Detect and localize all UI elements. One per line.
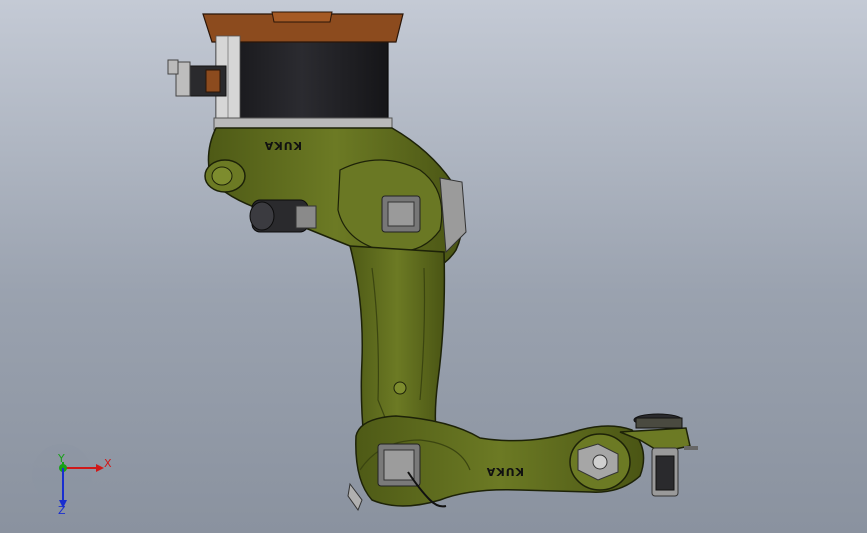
brand-label-shoulder: KUKA [264, 139, 302, 152]
x-axis-label: X [104, 457, 112, 470]
main-arm[interactable] [349, 245, 446, 441]
robot-base[interactable] [202, 11, 404, 131]
brand-label-forearm: KUKA [486, 465, 524, 478]
robot-model-canvas[interactable]: KUKA KUKA X Y Z [0, 0, 867, 533]
y-axis-label: Y [57, 452, 65, 465]
x-axis-arrowhead [96, 464, 104, 472]
axis-triad: X Y Z [32, 444, 112, 517]
a1-motor[interactable] [249, 199, 317, 233]
z-axis-label: Z [58, 504, 66, 517]
cad-viewport[interactable]: KUKA KUKA X Y Z [0, 0, 867, 533]
wrist-motor[interactable] [651, 446, 698, 497]
